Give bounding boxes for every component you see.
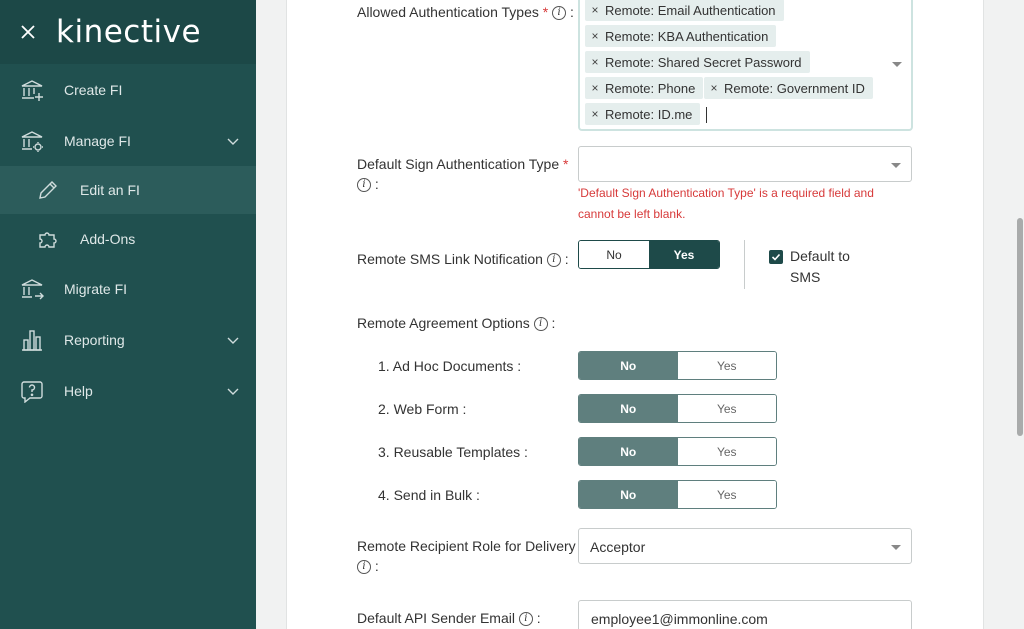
sidebar-item-label: Edit an FI [80, 182, 140, 198]
check-icon [771, 253, 781, 261]
web-form-label: 2. Web Form : [378, 401, 467, 417]
dropdown-caret-icon[interactable] [892, 62, 902, 67]
sidebar-item-reporting[interactable]: Reporting [0, 314, 256, 365]
chip-kba-auth: × Remote: KBA Authentication [585, 25, 777, 47]
kinective-logo: kinective [56, 14, 202, 50]
close-sidebar-button[interactable] [0, 0, 56, 64]
sidebar-item-label: Create FI [64, 81, 123, 98]
api-sender-email-value: employee1@immonline.com [591, 611, 768, 627]
remote-agreement-label: Remote Agreement Options i : [357, 315, 556, 332]
ad-hoc-no-option[interactable]: No [579, 352, 678, 379]
chip-id-me: × Remote: ID.me [585, 103, 701, 125]
sidebar: kinective Create FI Manage FI Edit an FI… [0, 0, 256, 629]
sidebar-item-add-ons[interactable]: Add-Ons [0, 214, 256, 263]
default-to-sms: Default to SMS [769, 248, 870, 288]
remove-chip-icon[interactable]: × [585, 3, 605, 17]
remote-sms-yes-option[interactable]: Yes [649, 241, 719, 268]
dropdown-caret-icon [891, 545, 901, 550]
text-cursor [706, 107, 707, 123]
ad-hoc-documents-toggle: No Yes [578, 351, 777, 380]
send-in-bulk-yes-option[interactable]: Yes [677, 481, 776, 508]
remote-sms-no-option[interactable]: No [579, 241, 649, 268]
send-in-bulk-no-option[interactable]: No [579, 481, 678, 508]
info-icon[interactable]: i [518, 612, 533, 627]
ad-hoc-yes-option[interactable]: Yes [677, 352, 776, 379]
sidebar-header: kinective [0, 0, 256, 64]
scrollbar[interactable] [1016, 0, 1024, 629]
default-sign-auth-label: Default Sign Authentication Type * [357, 156, 569, 172]
bank-gear-icon [21, 130, 43, 152]
recipient-role-label: Remote Recipient Role for Delivery [357, 538, 576, 554]
recipient-role-value: Acceptor [590, 539, 646, 555]
sidebar-item-create-fi[interactable]: Create FI [0, 64, 256, 115]
chip-email-auth: × Remote: Email Authentication [585, 0, 784, 21]
reusable-templates-no-option[interactable]: No [579, 438, 678, 465]
info-icon[interactable]: i [357, 560, 371, 575]
sidebar-item-help[interactable]: Help [0, 365, 256, 416]
remote-sms-toggle: No Yes [578, 240, 720, 269]
remove-chip-icon[interactable]: × [585, 55, 605, 69]
sidebar-item-label: Help [64, 382, 93, 399]
question-bubble-icon [21, 380, 43, 403]
allowed-auth-label: Allowed Authentication Types * i : [357, 4, 574, 21]
chevron-down-icon [227, 138, 239, 145]
chip-phone: × Remote: Phone [585, 77, 704, 99]
remove-chip-icon[interactable]: × [704, 81, 724, 95]
bank-plus-icon [21, 79, 43, 101]
reusable-templates-toggle: No Yes [578, 437, 777, 466]
remove-chip-icon[interactable]: × [585, 29, 605, 43]
info-icon[interactable]: i [357, 178, 371, 193]
dropdown-caret-icon [891, 163, 901, 168]
default-sign-auth-select[interactable] [578, 146, 912, 182]
send-in-bulk-toggle: No Yes [578, 480, 777, 509]
ad-hoc-documents-label: 1. Ad Hoc Documents : [378, 358, 522, 374]
sidebar-item-edit-an-fi[interactable]: Edit an FI [0, 166, 256, 214]
divider [744, 240, 745, 289]
main-content: Allowed Authentication Types * i : × Remo… [256, 0, 1016, 629]
remove-chip-icon[interactable]: × [585, 107, 605, 121]
info-icon[interactable]: i [552, 6, 567, 21]
sidebar-item-manage-fi[interactable]: Manage FI [0, 115, 256, 166]
info-icon[interactable]: i [546, 253, 561, 268]
allowed-auth-multiselect[interactable]: × Remote: Email Authentication × Remote: K… [578, 0, 913, 131]
reusable-templates-label: 3. Reusable Templates : [378, 444, 528, 460]
info-icon[interactable]: i [533, 317, 548, 332]
sidebar-item-migrate-fi[interactable]: Migrate FI [0, 263, 256, 314]
sidebar-item-label: Migrate FI [64, 280, 128, 297]
recipient-role-select[interactable]: Acceptor [578, 528, 912, 564]
api-sender-label: Default API Sender Email i : [357, 610, 541, 627]
chevron-down-icon [227, 337, 239, 344]
pencil-icon [39, 181, 57, 199]
chevron-down-icon [227, 388, 239, 395]
bank-arrow-icon [21, 278, 44, 299]
recipient-role-info: i : [357, 558, 379, 575]
chip-government-id: × Remote: Government ID [704, 77, 873, 99]
scrollbar-thumb[interactable] [1017, 218, 1023, 436]
default-to-sms-checkbox[interactable] [769, 250, 783, 264]
remote-sms-label: Remote SMS Link Notification i : [357, 251, 569, 268]
chip-shared-secret: × Remote: Shared Secret Password [585, 51, 810, 73]
sidebar-item-label: Reporting [64, 331, 125, 348]
api-sender-email-input[interactable]: employee1@immonline.com [578, 600, 912, 629]
sidebar-item-label: Manage FI [64, 132, 131, 149]
default-sign-auth-info: i : [357, 176, 379, 193]
remove-chip-icon[interactable]: × [585, 81, 605, 95]
default-to-sms-label: Default to SMS [790, 248, 850, 285]
reusable-templates-yes-option[interactable]: Yes [677, 438, 776, 465]
default-sign-auth-error: 'Default Sign Authentication Type' is a … [578, 186, 874, 221]
puzzle-icon [39, 231, 57, 248]
send-in-bulk-label: 4. Send in Bulk : [378, 487, 480, 503]
web-form-toggle: No Yes [578, 394, 777, 423]
bar-chart-icon [22, 329, 42, 351]
sidebar-item-label: Add-Ons [80, 230, 136, 247]
close-icon [21, 25, 35, 39]
web-form-no-option[interactable]: No [579, 395, 678, 422]
web-form-yes-option[interactable]: Yes [677, 395, 776, 422]
